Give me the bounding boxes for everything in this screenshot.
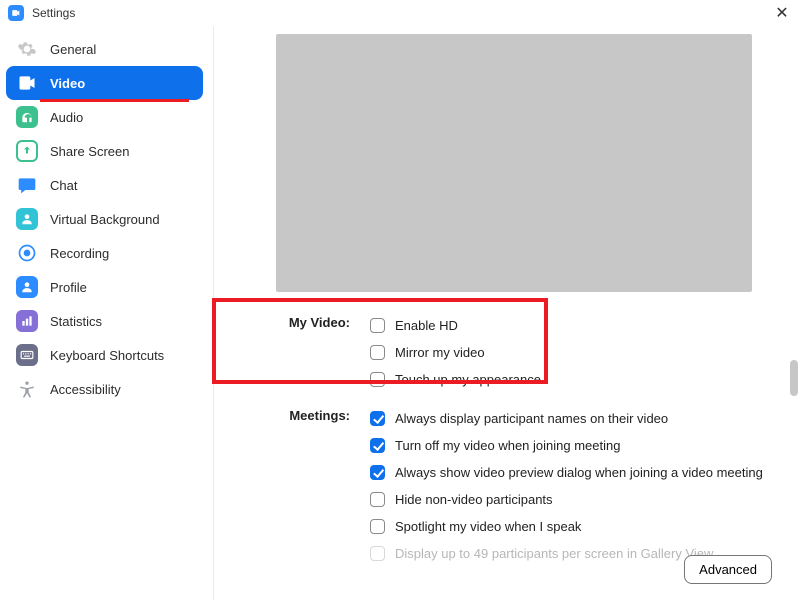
sidebar-item-label: Keyboard Shortcuts bbox=[50, 348, 164, 363]
chat-icon bbox=[16, 174, 38, 196]
sidebar-item-profile[interactable]: Profile bbox=[6, 270, 203, 304]
sidebar-item-audio[interactable]: Audio bbox=[6, 100, 203, 134]
headphones-icon bbox=[16, 106, 38, 128]
checkbox[interactable] bbox=[370, 411, 385, 426]
checkbox[interactable] bbox=[370, 345, 385, 360]
option-label: Always display participant names on thei… bbox=[395, 411, 668, 426]
share-screen-icon bbox=[16, 140, 38, 162]
advanced-button[interactable]: Advanced bbox=[684, 555, 772, 584]
gear-icon bbox=[16, 38, 38, 60]
sidebar-item-virtual-background[interactable]: Virtual Background bbox=[6, 202, 203, 236]
sidebar-item-label: Statistics bbox=[50, 314, 102, 329]
checkbox bbox=[370, 546, 385, 561]
meetings-label: Meetings: bbox=[276, 405, 354, 567]
scrollbar-thumb[interactable] bbox=[790, 360, 798, 396]
checkbox[interactable] bbox=[370, 372, 385, 387]
profile-icon bbox=[16, 276, 38, 298]
titlebar: Settings ✕ bbox=[0, 0, 800, 26]
sidebar-item-statistics[interactable]: Statistics bbox=[6, 304, 203, 338]
my-video-label: My Video: bbox=[276, 312, 354, 393]
option-label: Spotlight my video when I speak bbox=[395, 519, 581, 534]
option-mirror-my-video[interactable]: Mirror my video bbox=[370, 339, 782, 366]
sidebar-item-chat[interactable]: Chat bbox=[6, 168, 203, 202]
sidebar-item-label: Chat bbox=[50, 178, 77, 193]
video-icon bbox=[16, 72, 38, 94]
checkbox[interactable] bbox=[370, 492, 385, 507]
checkbox[interactable] bbox=[370, 438, 385, 453]
sidebar-item-label: Share Screen bbox=[50, 144, 130, 159]
checkbox[interactable] bbox=[370, 318, 385, 333]
app-logo-icon bbox=[8, 5, 24, 21]
option-always-show-preview[interactable]: Always show video preview dialog when jo… bbox=[370, 459, 782, 486]
option-label: Turn off my video when joining meeting bbox=[395, 438, 620, 453]
sidebar-item-keyboard-shortcuts[interactable]: Keyboard Shortcuts bbox=[6, 338, 203, 372]
sidebar-item-recording[interactable]: Recording bbox=[6, 236, 203, 270]
sidebar-item-label: Profile bbox=[50, 280, 87, 295]
option-label: Touch up my appearance bbox=[395, 372, 541, 387]
option-hide-non-video[interactable]: Hide non-video participants bbox=[370, 486, 782, 513]
sidebar-item-label: Accessibility bbox=[50, 382, 121, 397]
sidebar-item-share-screen[interactable]: Share Screen bbox=[6, 134, 203, 168]
sidebar-item-label: Recording bbox=[50, 246, 109, 261]
content-panel: My Video: Enable HD Mirror my video Touc… bbox=[218, 26, 800, 600]
option-enable-hd[interactable]: Enable HD bbox=[370, 312, 782, 339]
option-display-participant-names[interactable]: Always display participant names on thei… bbox=[370, 405, 782, 432]
virtual-background-icon bbox=[16, 208, 38, 230]
option-label: Display up to 49 participants per screen… bbox=[395, 546, 713, 561]
sidebar-item-video[interactable]: Video bbox=[6, 66, 203, 100]
sidebar-item-label: Video bbox=[50, 76, 85, 91]
keyboard-icon bbox=[16, 344, 38, 366]
option-touch-up-appearance[interactable]: Touch up my appearance bbox=[370, 366, 782, 393]
statistics-icon bbox=[16, 310, 38, 332]
option-turn-off-video-on-join[interactable]: Turn off my video when joining meeting bbox=[370, 432, 782, 459]
checkbox[interactable] bbox=[370, 519, 385, 534]
video-preview bbox=[276, 34, 752, 292]
checkbox[interactable] bbox=[370, 465, 385, 480]
option-label: Mirror my video bbox=[395, 345, 485, 360]
window-title: Settings bbox=[32, 6, 75, 20]
sidebar-item-label: General bbox=[50, 42, 96, 57]
settings-sidebar: General Video Audio Share Screen bbox=[0, 26, 214, 600]
sidebar-item-label: Audio bbox=[50, 110, 83, 125]
sidebar-item-label: Virtual Background bbox=[50, 212, 160, 227]
option-label: Always show video preview dialog when jo… bbox=[395, 465, 763, 480]
option-label: Hide non-video participants bbox=[395, 492, 553, 507]
sidebar-item-accessibility[interactable]: Accessibility bbox=[6, 372, 203, 406]
option-spotlight-when-speak[interactable]: Spotlight my video when I speak bbox=[370, 513, 782, 540]
sidebar-item-general[interactable]: General bbox=[6, 32, 203, 66]
option-label: Enable HD bbox=[395, 318, 458, 333]
recording-icon bbox=[16, 242, 38, 264]
close-icon[interactable]: ✕ bbox=[772, 3, 792, 23]
accessibility-icon bbox=[16, 378, 38, 400]
